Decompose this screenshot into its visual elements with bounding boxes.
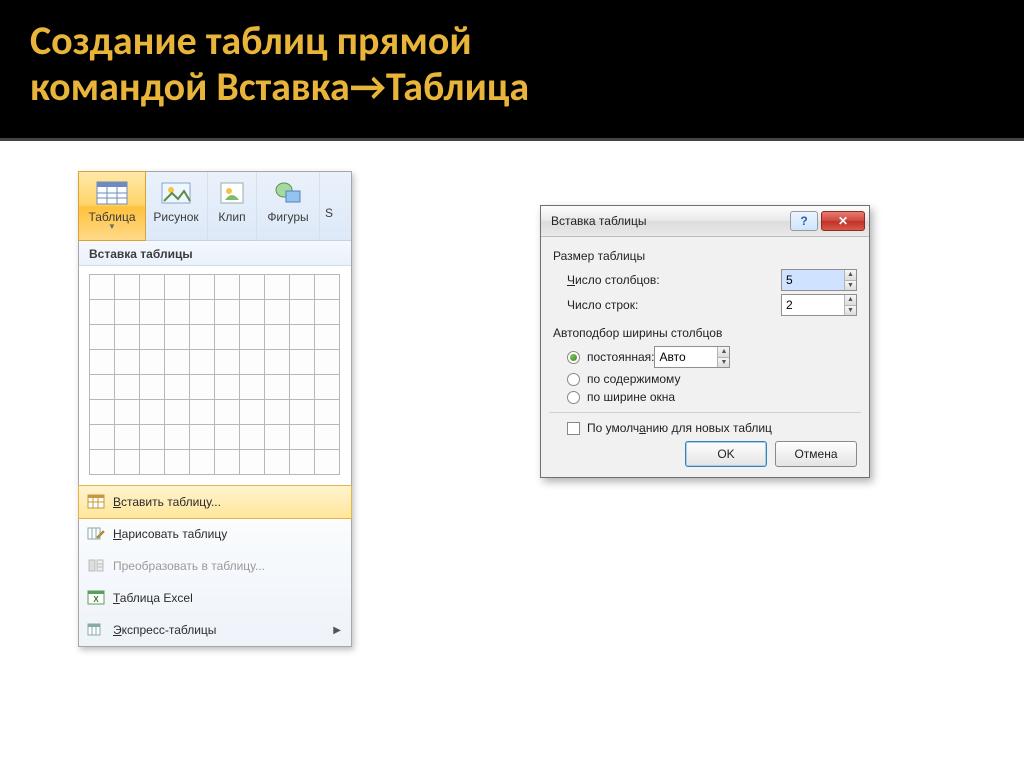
spin-up-icon[interactable]: ▲: [845, 270, 856, 280]
dialog-title-text: Вставка таблицы: [551, 214, 787, 228]
quick-tables-icon: [87, 621, 105, 639]
group-size-label: Размер таблицы: [553, 249, 857, 263]
menu-convert-to-table: Преобразовать в таблицу...: [79, 550, 351, 582]
radio-fit-window[interactable]: [567, 391, 580, 404]
submenu-arrow-icon: ▶: [333, 625, 341, 636]
cancel-button[interactable]: Отмена: [775, 441, 857, 467]
convert-table-icon: [87, 557, 105, 575]
menu-excel-table[interactable]: X Таблица Excel: [79, 582, 351, 614]
rows-label: Число строк:: [567, 298, 781, 312]
rows-input[interactable]: [782, 295, 844, 315]
menu-quick-label: Экспресс-таблицы: [113, 623, 216, 637]
spin-down-icon[interactable]: ▼: [845, 280, 856, 291]
radio-fit-window-label: по ширине окна: [587, 390, 675, 404]
dialog-titlebar: Вставка таблицы ? ✕: [541, 206, 869, 237]
insert-table-grid-header: Вставка таблицы: [79, 241, 351, 266]
dialog-separator: [549, 412, 861, 413]
radio-fit-content[interactable]: [567, 373, 580, 386]
spin-down-icon[interactable]: ▼: [718, 357, 729, 368]
radio-fit-content-label: по содержимому: [587, 372, 680, 386]
table-icon: [95, 178, 129, 208]
draw-table-icon: [87, 525, 105, 543]
dialog-help-button[interactable]: ?: [790, 211, 818, 231]
columns-input[interactable]: [782, 270, 844, 290]
shapes-icon: [271, 178, 305, 208]
ribbon-clip-label: Клип: [208, 210, 256, 224]
insert-table-grid[interactable]: [79, 266, 351, 485]
table-menu-list: Вставить таблицу... Нарисовать таблицу П…: [79, 485, 351, 646]
menu-insert-table-label: Вставить таблицу...: [113, 495, 221, 509]
columns-spinner[interactable]: ▲▼: [781, 269, 857, 291]
chevron-down-icon: ▼: [79, 224, 145, 230]
remember-label: По умолчанию для новых таблиц: [587, 421, 772, 435]
menu-convert-label: Преобразовать в таблицу...: [113, 559, 265, 573]
ribbon-picture-label: Рисунок: [145, 210, 207, 224]
group-autofit-label: Автоподбор ширины столбцов: [553, 326, 857, 340]
ribbon-smart-label: S: [320, 206, 338, 220]
ribbon-smart-button[interactable]: S: [320, 172, 338, 240]
radio-fixed[interactable]: [567, 351, 580, 364]
content-area: Таблица ▼ Рисунок Клип: [0, 138, 1024, 768]
radio-fixed-label: постоянная:: [587, 350, 654, 364]
insert-table-dialog: Вставка таблицы ? ✕ Размер таблицы Число…: [540, 205, 870, 478]
columns-label: Число столбцов:: [567, 273, 781, 287]
slide-title-line1: Создание таблиц прямой: [30, 18, 994, 64]
ribbon-clip-button[interactable]: Клип: [208, 172, 257, 240]
remember-checkbox[interactable]: [567, 422, 580, 435]
slide-title: Создание таблиц прямой командой Вставка→…: [0, 0, 1024, 120]
ok-button[interactable]: OK: [685, 441, 767, 467]
ribbon-shapes-button[interactable]: Фигуры: [257, 172, 320, 240]
clip-icon: [215, 178, 249, 208]
menu-insert-table[interactable]: Вставить таблицу...: [78, 485, 352, 519]
menu-draw-table-label: Нарисовать таблицу: [113, 527, 227, 541]
svg-text:X: X: [93, 595, 99, 604]
excel-icon: X: [87, 589, 105, 607]
menu-quick-tables[interactable]: Экспресс-таблицы ▶: [79, 614, 351, 646]
ribbon-button-row: Таблица ▼ Рисунок Клип: [79, 172, 351, 241]
slide-title-line2: командой Вставка→Таблица: [30, 64, 994, 110]
ribbon-shapes-label: Фигуры: [257, 210, 319, 224]
spin-up-icon[interactable]: ▲: [718, 347, 729, 357]
insert-table-icon: [87, 493, 105, 511]
menu-excel-label: Таблица Excel: [113, 591, 193, 605]
spin-up-icon[interactable]: ▲: [845, 295, 856, 305]
menu-draw-table[interactable]: Нарисовать таблицу: [79, 518, 351, 550]
ribbon-table-dropdown: Таблица ▼ Рисунок Клип: [78, 171, 352, 647]
picture-icon: [159, 178, 193, 208]
ribbon-picture-button[interactable]: Рисунок: [145, 172, 208, 240]
dialog-close-button[interactable]: ✕: [821, 211, 865, 231]
rows-spinner[interactable]: ▲▼: [781, 294, 857, 316]
ribbon-table-button[interactable]: Таблица ▼: [78, 171, 146, 241]
spin-down-icon[interactable]: ▼: [845, 305, 856, 316]
fixed-width-spinner[interactable]: ▲▼: [654, 346, 730, 368]
fixed-width-input[interactable]: [655, 347, 717, 367]
